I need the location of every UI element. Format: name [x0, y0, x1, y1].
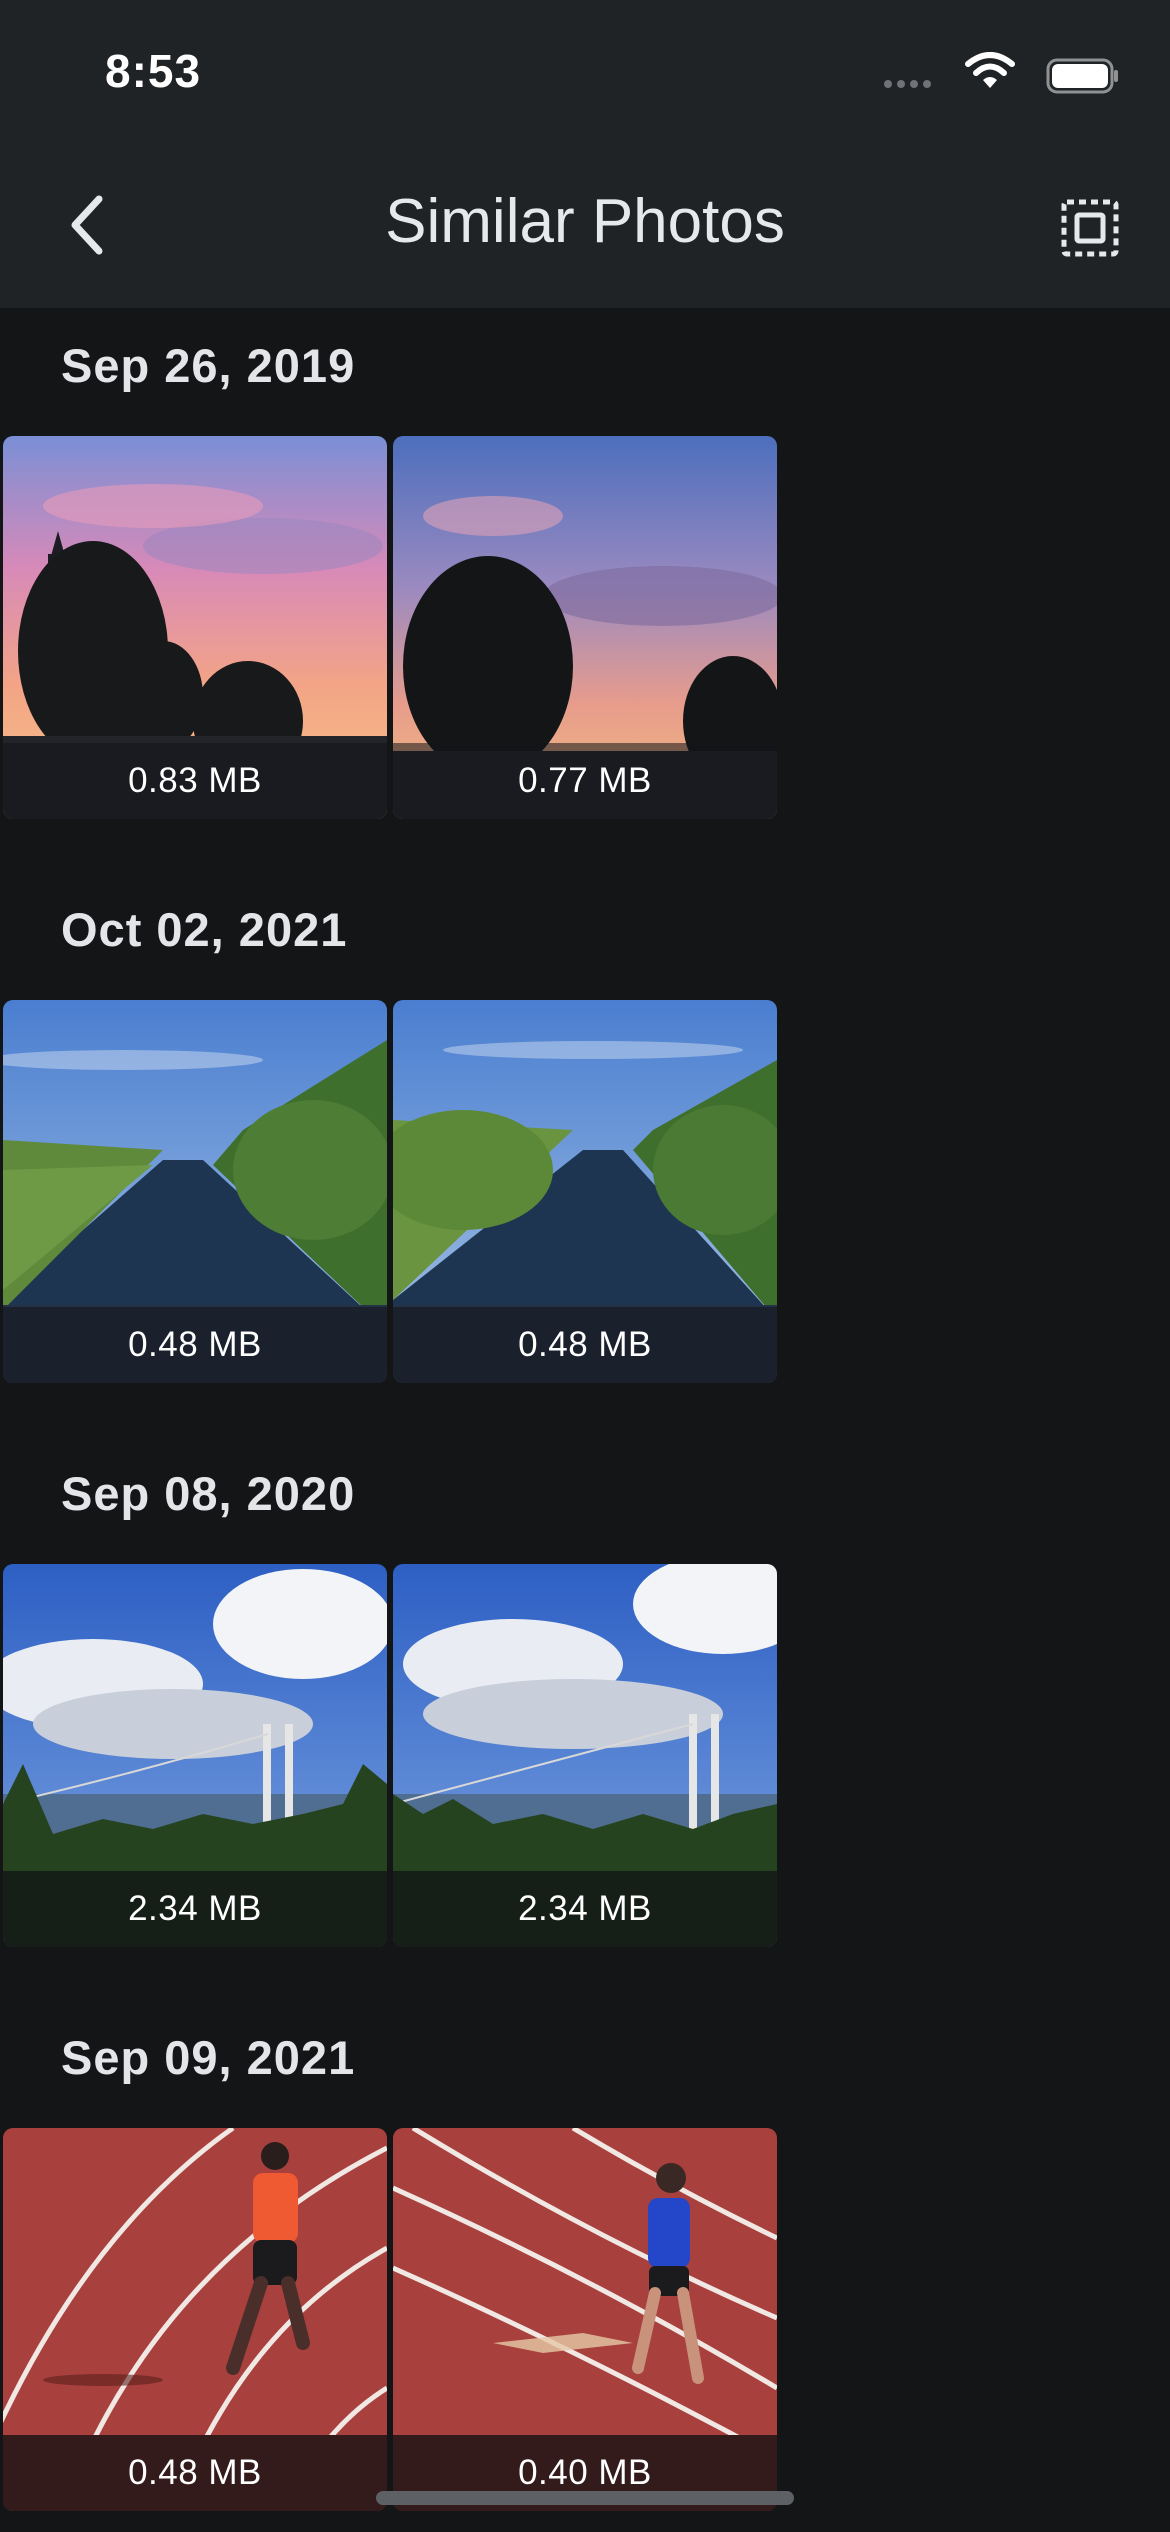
photo-size-label: 0.48 MB [3, 1307, 387, 1383]
photo-thumbnail[interactable]: 0.40 MB [393, 2128, 777, 2511]
select-all-button[interactable] [1050, 188, 1130, 268]
photo-thumbnail[interactable]: 2.34 MB [393, 1564, 777, 1947]
photo-group: Sep 09, 2021 0.48 MB 0.40 MB [0, 2000, 1170, 2532]
battery-icon [1046, 58, 1118, 94]
navigation-bar: Similar Photos [0, 150, 1170, 308]
photo-size-label: 0.48 MB [393, 1307, 777, 1383]
photo-thumbnail[interactable]: 0.48 MB [393, 1000, 777, 1383]
select-all-icon [1061, 199, 1119, 257]
photo-size-label: 2.34 MB [393, 1871, 777, 1947]
similar-photos-list[interactable]: Sep 26, 2019 0.83 MB 0.77 MB Oct 02, 202… [0, 308, 1170, 2532]
group-date: Sep 09, 2021 [61, 2031, 356, 2084]
photo-group: Sep 26, 2019 0.83 MB 0.77 MB [0, 308, 1170, 872]
status-bar: 8:53 [0, 0, 1170, 150]
photo-size-label: 2.34 MB [3, 1871, 387, 1947]
photo-thumbnail[interactable]: 0.77 MB [393, 436, 777, 819]
group-date: Oct 02, 2021 [61, 903, 348, 956]
photo-group: Oct 02, 2021 0.48 MB 0.48 MB [0, 872, 1170, 1436]
photo-size-label: 0.48 MB [3, 2435, 387, 2511]
group-date: Sep 26, 2019 [61, 339, 356, 392]
photo-thumbnail[interactable]: 0.48 MB [3, 1000, 387, 1383]
photo-thumbnail[interactable]: 2.34 MB [3, 1564, 387, 1947]
photo-thumbnail[interactable]: 0.83 MB [3, 436, 387, 819]
cellular-signal-icon [884, 80, 934, 90]
group-date: Sep 08, 2020 [61, 1467, 356, 1520]
photo-size-label: 0.83 MB [3, 743, 387, 819]
page-title: Similar Photos [385, 187, 785, 256]
photo-thumbnail[interactable]: 0.48 MB [3, 2128, 387, 2511]
status-time: 8:53 [105, 45, 202, 97]
photo-size-label: 0.77 MB [393, 743, 777, 819]
home-indicator[interactable] [376, 2491, 794, 2505]
wifi-icon [965, 52, 1015, 88]
photo-group: Sep 08, 2020 2.34 MB 2.34 MB [0, 1436, 1170, 2000]
